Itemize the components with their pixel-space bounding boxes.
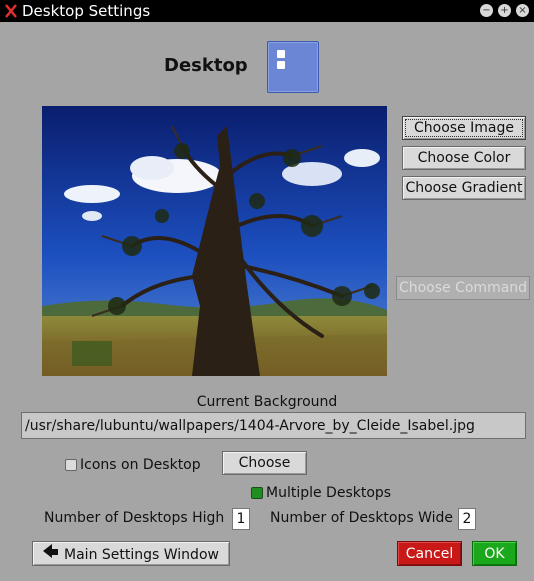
choose-command-button[interactable]: Choose Command bbox=[396, 276, 530, 300]
window-title: Desktop Settings bbox=[22, 2, 151, 20]
maximize-icon[interactable]: + bbox=[498, 4, 511, 17]
minimize-icon[interactable]: − bbox=[480, 4, 493, 17]
cancel-button[interactable]: Cancel bbox=[397, 541, 462, 566]
back-arrow-icon bbox=[43, 543, 64, 559]
page-title: Desktop bbox=[164, 55, 248, 76]
choose-image-button[interactable]: Choose Image bbox=[402, 116, 526, 140]
current-background-label: Current Background bbox=[196, 394, 338, 410]
app-x-icon bbox=[5, 4, 17, 18]
main-settings-button[interactable]: Main Settings Window bbox=[32, 541, 230, 566]
close-icon[interactable]: × bbox=[516, 4, 529, 17]
icons-on-desktop-label: Icons on Desktop bbox=[80, 457, 201, 473]
choose-gradient-button[interactable]: Choose Gradient bbox=[402, 176, 526, 200]
main-settings-label: Main Settings Window bbox=[64, 546, 219, 563]
wallpaper-preview bbox=[42, 106, 387, 376]
desktops-high-label: Number of Desktops High bbox=[44, 510, 225, 526]
title-bar[interactable]: Desktop Settings − + × bbox=[0, 0, 534, 22]
desktop-icon bbox=[267, 41, 319, 93]
choose-color-button[interactable]: Choose Color bbox=[402, 146, 526, 170]
background-path-field[interactable] bbox=[21, 412, 526, 439]
ok-button[interactable]: OK bbox=[472, 541, 517, 566]
desktops-wide-label: Number of Desktops Wide bbox=[270, 510, 454, 526]
choose-icons-button[interactable]: Choose bbox=[222, 451, 307, 475]
multiple-desktops-label: Multiple Desktops bbox=[266, 485, 392, 501]
desktops-high-field[interactable]: 1 bbox=[232, 508, 250, 530]
desktop-settings-window: Desktop Settings − + × Desktop Choose Im… bbox=[0, 0, 534, 581]
icons-on-desktop-checkbox[interactable] bbox=[65, 459, 77, 471]
multiple-desktops-toggle[interactable] bbox=[251, 487, 263, 499]
desktops-wide-field[interactable]: 2 bbox=[458, 508, 476, 530]
